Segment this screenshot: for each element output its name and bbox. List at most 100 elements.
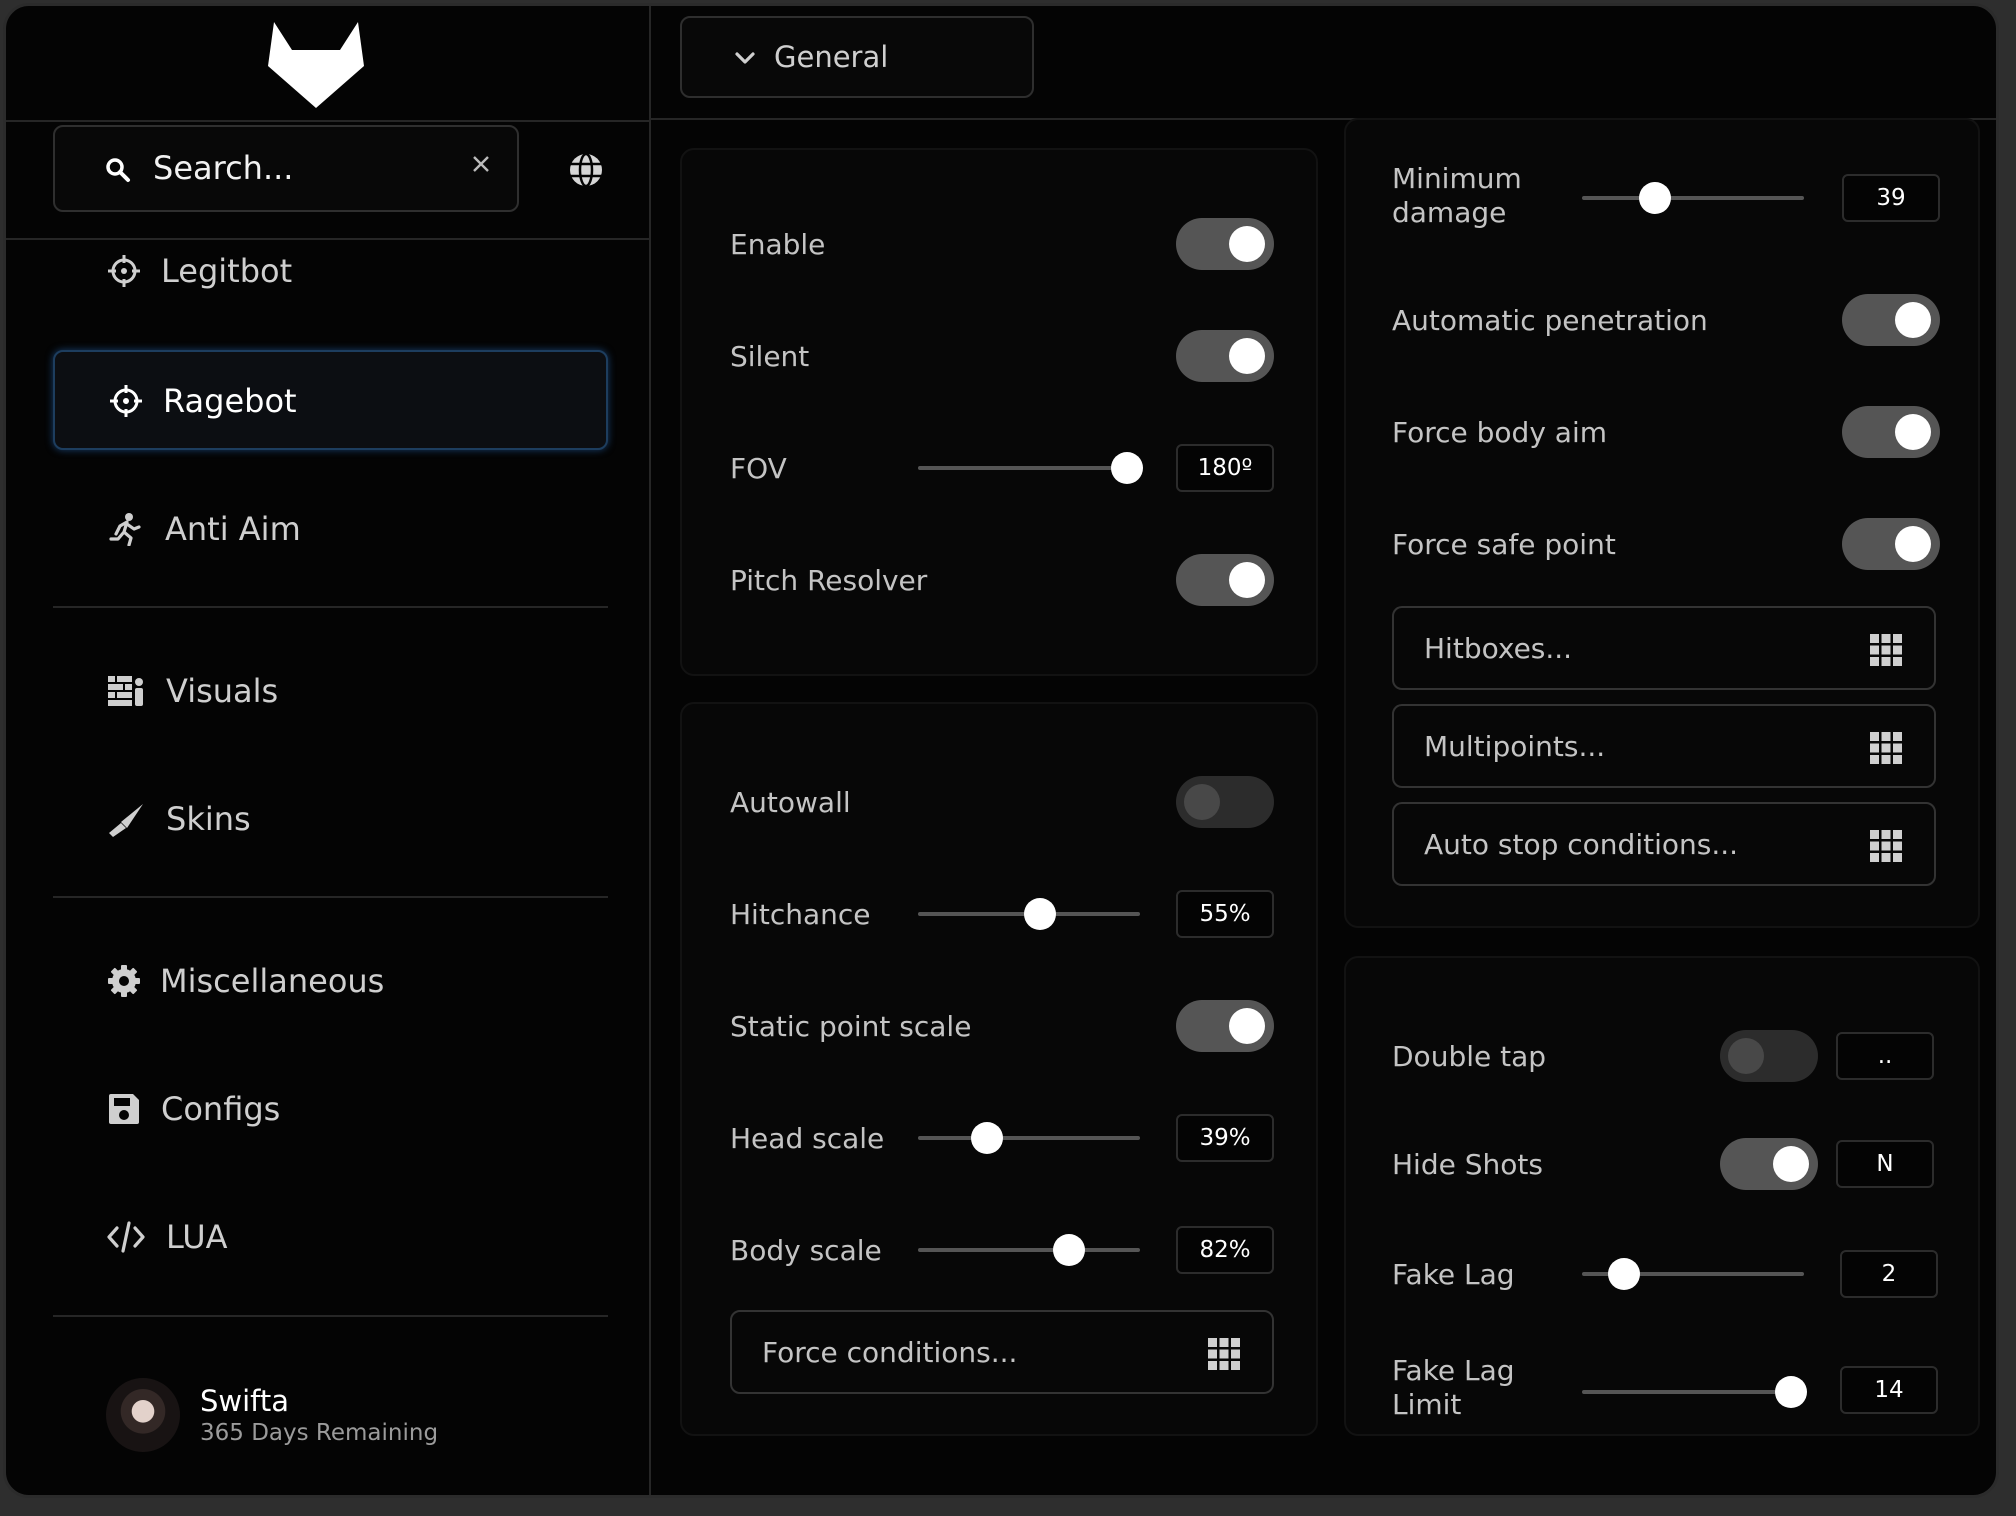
hide-shots-toggle[interactable] (1720, 1138, 1818, 1190)
double-tap-toggle[interactable] (1720, 1030, 1818, 1082)
body-scale-value[interactable]: 82% (1176, 1226, 1274, 1274)
sidebar-item-label: LUA (166, 1218, 228, 1256)
setting-fake-lag-limit: Fake Lag Limit 14 (1346, 1352, 1978, 1428)
setting-label: Hide Shots (1392, 1148, 1543, 1181)
setting-double-tap: Double tap .. (1346, 1028, 1978, 1084)
setting-label: Hitchance (730, 898, 871, 931)
fov-slider[interactable] (918, 452, 1143, 484)
setting-hitchance: Hitchance 55% (682, 886, 1316, 942)
pitch-resolver-toggle[interactable] (1176, 554, 1274, 606)
subscription-status: 365 Days Remaining (200, 1420, 439, 1446)
select-label: Auto stop conditions... (1424, 828, 1739, 861)
label-line: damage (1392, 196, 1507, 229)
force-conditions-select[interactable]: Force conditions... (730, 1310, 1274, 1394)
sidebar-item-ragebot[interactable]: Ragebot (53, 350, 608, 450)
slider-thumb[interactable] (1052, 1234, 1085, 1266)
chevron-down-icon (735, 52, 755, 64)
slider-thumb[interactable] (1024, 898, 1057, 930)
automatic-penetration-toggle[interactable] (1842, 294, 1940, 346)
slider-thumb[interactable] (1639, 182, 1672, 214)
setting-minimum-damage: Minimum damage 39 (1346, 158, 1978, 234)
setting-label: Minimum damage (1392, 162, 1522, 230)
setting-label: Autowall (730, 786, 851, 819)
label-line: Limit (1392, 1388, 1462, 1421)
sidebar-item-anti-aim[interactable]: Anti Aim (53, 480, 608, 580)
setting-label: Fake Lag Limit (1392, 1354, 1515, 1422)
sidebar-item-label: Visuals (166, 672, 279, 710)
setting-label: Enable (730, 228, 826, 261)
label-line: Minimum (1392, 162, 1522, 195)
fake-lag-limit-slider[interactable] (1582, 1376, 1807, 1408)
globe-icon[interactable] (567, 151, 605, 189)
minimum-damage-slider[interactable] (1582, 182, 1804, 214)
divider (53, 606, 608, 608)
user-name: Swifta (200, 1384, 290, 1418)
sidebar-item-lua[interactable]: LUA (53, 1188, 608, 1288)
minimum-damage-value[interactable]: 39 (1842, 174, 1940, 222)
setting-fake-lag: Fake Lag 2 (1346, 1246, 1978, 1302)
panel-general: Enable Silent FOV 180º Pitch Resolver (680, 148, 1318, 676)
fox-logo-icon (268, 22, 364, 108)
slider-thumb[interactable] (970, 1122, 1003, 1154)
crosshair-icon (108, 255, 140, 287)
divider (53, 896, 608, 898)
fake-lag-slider[interactable] (1582, 1258, 1804, 1290)
select-label: Hitboxes... (1424, 632, 1573, 665)
hitchance-value[interactable]: 55% (1176, 890, 1274, 938)
sidebar-item-legitbot[interactable]: Legitbot (53, 224, 608, 324)
gear-icon (108, 965, 140, 997)
search-input[interactable]: Search... (53, 125, 519, 212)
sidebar-item-skins[interactable]: Skins (53, 770, 608, 870)
sidebar-item-visuals[interactable]: Visuals (53, 642, 608, 742)
sidebar-item-label: Miscellaneous (160, 962, 385, 1000)
setting-label: Force safe point (1392, 528, 1616, 561)
sidebar-item-configs[interactable]: Configs (53, 1060, 608, 1160)
setting-label: Body scale (730, 1234, 882, 1267)
setting-hide-shots: Hide Shots N (1346, 1136, 1978, 1192)
force-safe-point-toggle[interactable] (1842, 518, 1940, 570)
setting-force-safe-point: Force safe point (1346, 516, 1978, 572)
select-label: Force conditions... (762, 1336, 1018, 1369)
setting-enable: Enable (682, 216, 1316, 272)
grid-icon (1208, 1338, 1240, 1370)
select-label: Multipoints... (1424, 730, 1606, 763)
double-tap-keybind[interactable]: .. (1836, 1032, 1934, 1080)
setting-head-scale: Head scale 39% (682, 1110, 1316, 1166)
setting-label: Double tap (1392, 1040, 1547, 1073)
hide-shots-keybind[interactable]: N (1836, 1140, 1934, 1188)
multipoints-select[interactable]: Multipoints... (1392, 704, 1936, 788)
slider-thumb[interactable] (1774, 1376, 1807, 1408)
save-icon (109, 1094, 139, 1124)
code-icon (107, 1221, 145, 1253)
hitboxes-select[interactable]: Hitboxes... (1392, 606, 1936, 690)
knife-icon (109, 804, 143, 837)
setting-label: Silent (730, 340, 810, 373)
sidebar-item-label: Skins (166, 800, 251, 838)
sidebar-item-miscellaneous[interactable]: Miscellaneous (53, 932, 608, 1032)
setting-label: Pitch Resolver (730, 564, 928, 597)
setting-label: Force body aim (1392, 416, 1608, 449)
dropdown-label: General (774, 40, 889, 74)
slider-thumb[interactable] (1110, 452, 1143, 484)
silent-toggle[interactable] (1176, 330, 1274, 382)
close-icon[interactable] (471, 154, 491, 174)
force-body-aim-toggle[interactable] (1842, 406, 1940, 458)
static-point-scale-toggle[interactable] (1176, 1000, 1274, 1052)
category-dropdown[interactable]: General (680, 16, 1034, 98)
head-scale-value[interactable]: 39% (1176, 1114, 1274, 1162)
body-scale-slider[interactable] (918, 1234, 1140, 1266)
enable-toggle[interactable] (1176, 218, 1274, 270)
setting-static-point-scale: Static point scale (682, 998, 1316, 1054)
head-scale-slider[interactable] (918, 1122, 1140, 1154)
auto-stop-conditions-select[interactable]: Auto stop conditions... (1392, 802, 1936, 886)
setting-body-scale: Body scale 82% (682, 1222, 1316, 1278)
hitchance-slider[interactable] (918, 898, 1140, 930)
setting-label: Automatic penetration (1392, 304, 1708, 337)
sidebar-item-label: Configs (161, 1090, 281, 1128)
fake-lag-limit-value[interactable]: 14 (1840, 1366, 1938, 1414)
crosshair-icon (110, 385, 142, 417)
fake-lag-value[interactable]: 2 (1840, 1250, 1938, 1298)
autowall-toggle[interactable] (1176, 776, 1274, 828)
slider-thumb[interactable] (1608, 1258, 1641, 1290)
fov-value[interactable]: 180º (1176, 444, 1274, 492)
